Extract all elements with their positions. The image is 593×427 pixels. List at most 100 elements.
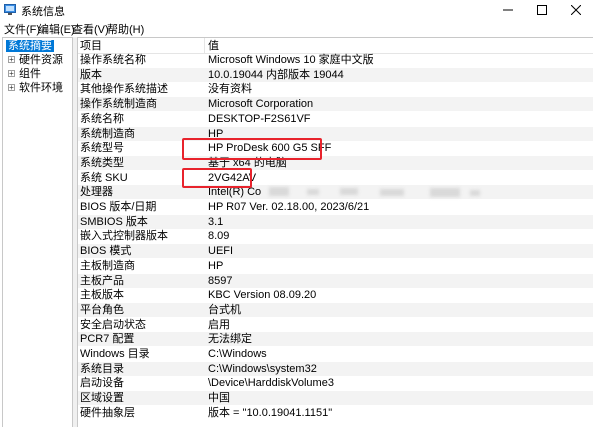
cell-item: 启动设备 [80,377,124,390]
table-row[interactable]: 处理器 Intel(R) Co [78,185,593,200]
maximize-icon [537,5,547,15]
cell-item: 主板制造商 [80,259,135,272]
tree-item-components[interactable]: + 组件 [3,67,72,81]
menu-view[interactable]: 查看(V) [72,21,109,37]
cell-item: 系统型号 [80,142,124,155]
tree-item-label: 硬件资源 [19,54,63,66]
details-list: 项目 值 操作系统名称 Microsoft Windows 10 家庭中文版版本 1… [77,37,593,427]
table-row[interactable]: 嵌入式控制器版本 8.09 [78,229,593,243]
window-title: 系统信息 [21,6,65,18]
table-row[interactable]: 系统 SKU 2VG42AV [78,171,593,185]
cell-item: 其他操作系统描述 [80,83,168,96]
table-row[interactable]: 主板版本 KBC Version 08.09.20 [78,288,593,302]
table-row[interactable]: 主板产品 8597 [78,273,593,288]
table-row[interactable]: 安全启动状态 启用 [78,318,593,332]
table-row[interactable]: 版本 10.0.19044 内部版本 19044 [78,67,593,82]
cell-value: UEFI [208,245,234,258]
cell-value: \Device\HarddiskVolume3 [208,377,334,390]
table-row[interactable]: 其他操作系统描述 没有资料 [78,82,593,96]
menu-help[interactable]: 帮助(H) [107,21,144,37]
cell-value: DESKTOP-F2S61VF [208,112,311,125]
table-row[interactable]: 启动设备 \Device\HarddiskVolume3 [78,376,593,390]
column-header-value[interactable]: 值 [208,40,219,52]
cell-item: 系统制造商 [80,127,135,140]
column-header-item[interactable]: 项目 [80,40,102,52]
category-tree: 系统摘要 + 硬件资源 + 组件 + 软件环境 [2,37,73,427]
table-row[interactable]: 主板制造商 HP [78,259,593,273]
cell-item: 硬件抽象层 [80,406,135,419]
list-header: 项目 值 [78,38,593,54]
menu-edit[interactable]: 编辑(E) [38,21,75,37]
maximize-button[interactable] [525,0,559,20]
cell-item: 平台角色 [80,303,124,316]
cell-value: 中国 [208,392,230,405]
tree-expander-icon[interactable]: + [8,56,15,64]
cell-value: Microsoft Corporation [208,98,314,111]
table-row[interactable]: 系统类型 基于 x64 的电脑 [78,155,593,170]
cell-value: 2VG42AV [208,171,257,184]
column-divider[interactable] [204,38,205,53]
tree-expander-icon[interactable]: + [8,70,15,78]
table-row[interactable]: 系统目录 C:\Windows\system32 [78,361,593,376]
tree-item-label: 组件 [19,68,41,80]
cell-item: 区域设置 [80,392,124,405]
redaction-mark [307,189,319,195]
table-row[interactable]: PCR7 配置 无法绑定 [78,332,593,347]
cell-value: HP [208,127,224,140]
redaction-mark [470,190,480,196]
table-row[interactable]: Windows 目录 C:\Windows [78,347,593,361]
cell-value: 8.09 [208,230,230,243]
cell-value: C:\Windows\system32 [208,362,317,375]
table-row[interactable]: 硬件抽象层 版本 = "10.0.19041.1151" [78,406,593,420]
cell-value: 启用 [208,318,230,331]
table-row[interactable]: 操作系统制造商 Microsoft Corporation [78,97,593,112]
system-info-icon [4,4,16,15]
cell-value: HP R07 Ver. 02.18.00, 2023/6/21 [208,201,370,213]
cell-value: 基于 x64 的电脑 [208,156,287,169]
cell-item: 主板版本 [80,289,124,302]
minimize-icon [503,9,513,11]
cell-value: HP [208,259,224,272]
cell-item: 嵌入式控制器版本 [80,230,168,243]
cell-value: 3.1 [208,215,224,228]
cell-item: 操作系统制造商 [80,98,157,111]
cell-item: 操作系统名称 [80,54,146,66]
table-row[interactable]: BIOS 模式 UEFI [78,244,593,259]
tree-item-hardware-resources[interactable]: + 硬件资源 [3,53,72,67]
table-row[interactable]: SMBIOS 版本 3.1 [78,214,593,229]
redaction-mark [380,189,404,196]
cell-value: 没有资料 [208,83,252,96]
cell-value: C:\Windows [208,348,267,360]
cell-item: 系统目录 [80,362,124,375]
cell-item: 版本 [80,68,102,81]
cell-item: 处理器 [80,186,113,199]
minimize-button[interactable] [491,0,525,20]
cell-item: 系统类型 [80,156,124,169]
redaction-mark [430,188,460,197]
cell-value: HP ProDesk 600 G5 SFF [208,142,332,155]
close-button[interactable] [559,0,593,20]
cell-item: PCR7 配置 [80,333,135,346]
close-icon [571,5,581,15]
table-row[interactable]: 平台角色 台式机 [78,302,593,317]
redaction-mark [340,188,358,195]
menu-bar: 文件(F) 编辑(E) 查看(V) 帮助(H) [0,20,593,37]
table-row[interactable]: 系统型号 HP ProDesk 600 G5 SFF [78,141,593,155]
cell-item: BIOS 版本/日期 [80,201,157,213]
tree-item-system-summary[interactable]: 系统摘要 [3,39,72,53]
table-row[interactable]: BIOS 版本/日期 HP R07 Ver. 02.18.00, 2023/6/2… [78,200,593,214]
cell-value: 版本 = "10.0.19041.1151" [208,406,333,419]
cell-item: 安全启动状态 [80,318,146,331]
cell-value: 10.0.19044 内部版本 19044 [208,68,344,81]
cell-item: BIOS 模式 [80,245,132,258]
cell-value: Microsoft Windows 10 家庭中文版 [208,54,374,66]
table-row[interactable]: 系统名称 DESKTOP-F2S61VF [78,112,593,126]
tree-expander-icon[interactable]: + [8,84,15,92]
redaction-mark [269,187,289,196]
table-row[interactable]: 操作系统名称 Microsoft Windows 10 家庭中文版 [78,53,593,67]
table-row[interactable]: 区域设置 中国 [78,391,593,406]
tree-item-software-environment[interactable]: + 软件环境 [3,81,72,95]
table-row[interactable]: 系统制造商 HP [78,126,593,141]
title-bar[interactable]: 系统信息 [0,0,593,20]
menu-file[interactable]: 文件(F) [4,21,40,37]
